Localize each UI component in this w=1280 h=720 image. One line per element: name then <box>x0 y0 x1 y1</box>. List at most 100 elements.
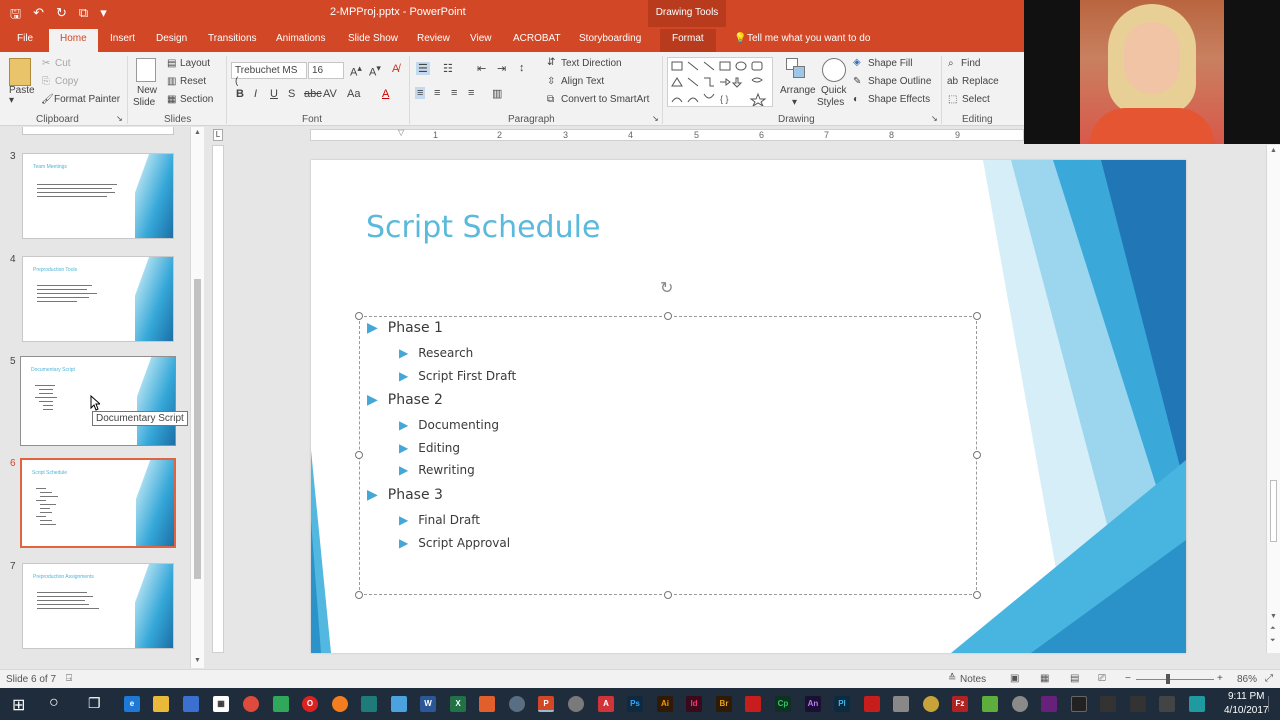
app-icon[interactable] <box>1189 696 1205 712</box>
customize-qat-icon[interactable]: ▾ <box>100 5 107 27</box>
font-family-select[interactable]: Trebuchet MS ( <box>231 62 307 87</box>
visual-studio-icon[interactable] <box>1041 696 1057 712</box>
convert-smartart-button[interactable]: Convert to SmartArt <box>561 94 649 105</box>
reading-view-icon[interactable]: ▤ <box>1070 673 1079 684</box>
tab-design[interactable]: Design <box>156 33 187 44</box>
tab-insert[interactable]: Insert <box>110 33 135 44</box>
increase-font-size-icon[interactable]: A▴ <box>350 63 362 79</box>
replace-button[interactable]: Replace <box>962 76 999 87</box>
bullet-level1[interactable]: ▶ Phase 1 <box>367 320 443 336</box>
bridge-icon[interactable]: Br <box>716 696 732 712</box>
shape-fill-button[interactable]: Shape Fill <box>868 58 912 69</box>
align-center-icon[interactable]: ≡ <box>434 87 440 99</box>
bullet-level2[interactable]: ▶ Script Approval <box>399 536 510 550</box>
section-button[interactable]: Section <box>180 94 213 105</box>
arrange-dropdown-icon[interactable]: ▾ <box>792 97 797 108</box>
numbering-icon[interactable]: ☷ <box>443 62 453 75</box>
clipboard-launcher-icon[interactable]: ↘ <box>116 114 123 123</box>
indent-marker-icon[interactable]: ▽ <box>398 128 404 137</box>
paste-dropdown-icon[interactable]: ▾ <box>9 95 14 106</box>
filezilla-icon[interactable]: Fz <box>952 696 968 712</box>
scroll-down-icon[interactable]: ▼ <box>194 657 201 664</box>
app-icon[interactable] <box>1130 696 1146 712</box>
shapes-gallery[interactable]: { } <box>667 57 773 108</box>
acrobat-reader-icon[interactable] <box>864 696 880 712</box>
bullet-level2[interactable]: ▶ Rewriting <box>399 463 475 477</box>
google-drive-icon[interactable] <box>273 696 289 712</box>
align-text-button[interactable]: Align Text <box>561 76 604 87</box>
align-left-icon[interactable]: ≡ <box>415 87 426 99</box>
opera-icon[interactable]: O <box>302 696 318 712</box>
taskbar-clock[interactable]: 9:11 PM 4/10/2017 <box>1224 690 1269 718</box>
slide-canvas[interactable]: Script Schedule ↻ ▶ Phase 1 ▶ Research ▶ Sc… <box>311 160 1186 653</box>
app-icon[interactable] <box>1159 696 1175 712</box>
scroll-up-icon[interactable]: ▲ <box>1270 147 1277 154</box>
next-slide-icon[interactable]: ⏷ <box>1270 637 1276 645</box>
paragraph-launcher-icon[interactable]: ↘ <box>652 114 659 123</box>
tab-home[interactable]: Home <box>49 29 98 52</box>
resize-handle[interactable] <box>973 312 981 320</box>
slideshow-view-icon[interactable]: ⎚ <box>1098 673 1106 684</box>
scroll-up-icon[interactable]: ▲ <box>194 129 201 136</box>
previous-slide-icon[interactable]: ⏶ <box>1270 625 1276 633</box>
decrease-indent-icon[interactable]: ⇤ <box>477 62 486 75</box>
cortana-icon[interactable]: ○ <box>49 694 59 712</box>
tab-selector[interactable]: L <box>213 129 223 141</box>
thumbnail-slide-6[interactable]: Script Schedule <box>20 458 176 548</box>
tell-me-search[interactable]: Tell me what you want to do <box>747 33 870 44</box>
redo-icon[interactable]: ↻ <box>56 5 67 27</box>
resize-handle[interactable] <box>664 591 672 599</box>
cut-button[interactable]: Cut <box>55 58 71 69</box>
normal-view-icon[interactable]: ▣ <box>1010 673 1019 684</box>
slide-title[interactable]: Script Schedule <box>366 210 600 245</box>
animate-icon[interactable]: An <box>805 696 821 712</box>
new-slide-icon[interactable] <box>136 58 156 82</box>
notes-button[interactable]: Notes <box>960 674 986 685</box>
tab-slide-show[interactable]: Slide Show <box>348 33 398 44</box>
indesign-icon[interactable]: Id <box>686 696 702 712</box>
excel-icon[interactable]: X <box>450 696 466 712</box>
tab-transitions[interactable]: Transitions <box>208 33 257 44</box>
word-icon[interactable]: W <box>420 696 436 712</box>
increase-indent-icon[interactable]: ⇥ <box>497 62 506 75</box>
zoom-out-icon[interactable]: − <box>1125 673 1131 684</box>
store-icon[interactable] <box>183 696 199 712</box>
prelude-icon[interactable]: Pl <box>834 696 850 712</box>
thumbnail-slide-7[interactable]: Preproduction Assignments <box>22 563 174 649</box>
firefox-icon[interactable] <box>332 696 348 712</box>
app-icon[interactable]: A <box>598 696 614 712</box>
show-desktop-button[interactable] <box>1268 696 1272 712</box>
app-icon[interactable] <box>568 696 584 712</box>
new-slide-button-line2[interactable]: Slide <box>133 97 155 108</box>
tab-acrobat[interactable]: ACROBAT <box>513 33 561 44</box>
justify-icon[interactable]: ≡ <box>468 87 474 99</box>
thumbnail-scrollbar[interactable]: ▲ ▼ <box>190 127 204 668</box>
resize-handle[interactable] <box>355 591 363 599</box>
acrobat-icon[interactable] <box>745 696 761 712</box>
zoom-slider-thumb[interactable] <box>1166 674 1170 684</box>
app-icon[interactable] <box>391 696 407 712</box>
scroll-down-icon[interactable]: ▼ <box>1270 613 1277 620</box>
calculator-icon[interactable]: ▦ <box>213 696 229 712</box>
tab-review[interactable]: Review <box>417 33 450 44</box>
paste-icon[interactable] <box>9 58 31 86</box>
app-icon[interactable] <box>509 696 525 712</box>
rotate-handle-icon[interactable]: ↻ <box>660 278 673 298</box>
scroll-thumb[interactable] <box>1270 480 1277 542</box>
app-icon[interactable] <box>893 696 909 712</box>
new-slide-button[interactable]: New <box>137 85 157 96</box>
slide-scrollbar[interactable]: ▲ ▼ ⏶ ⏷ <box>1266 145 1280 653</box>
bold-icon[interactable]: B <box>236 88 244 100</box>
copy-button[interactable]: Copy <box>55 76 78 87</box>
app-icon[interactable] <box>923 696 939 712</box>
resize-handle[interactable] <box>973 591 981 599</box>
tab-file[interactable]: File <box>17 33 33 44</box>
app-icon[interactable] <box>479 696 495 712</box>
select-button[interactable]: Select <box>962 94 990 105</box>
app-icon[interactable] <box>1071 696 1087 712</box>
fit-to-window-icon[interactable]: ⤢ <box>1265 673 1273 684</box>
quick-styles-button-line2[interactable]: Styles <box>817 97 844 108</box>
bullet-level2[interactable]: ▶ Documenting <box>399 418 499 432</box>
reset-button[interactable]: Reset <box>180 76 206 87</box>
align-right-icon[interactable]: ≡ <box>451 87 457 99</box>
